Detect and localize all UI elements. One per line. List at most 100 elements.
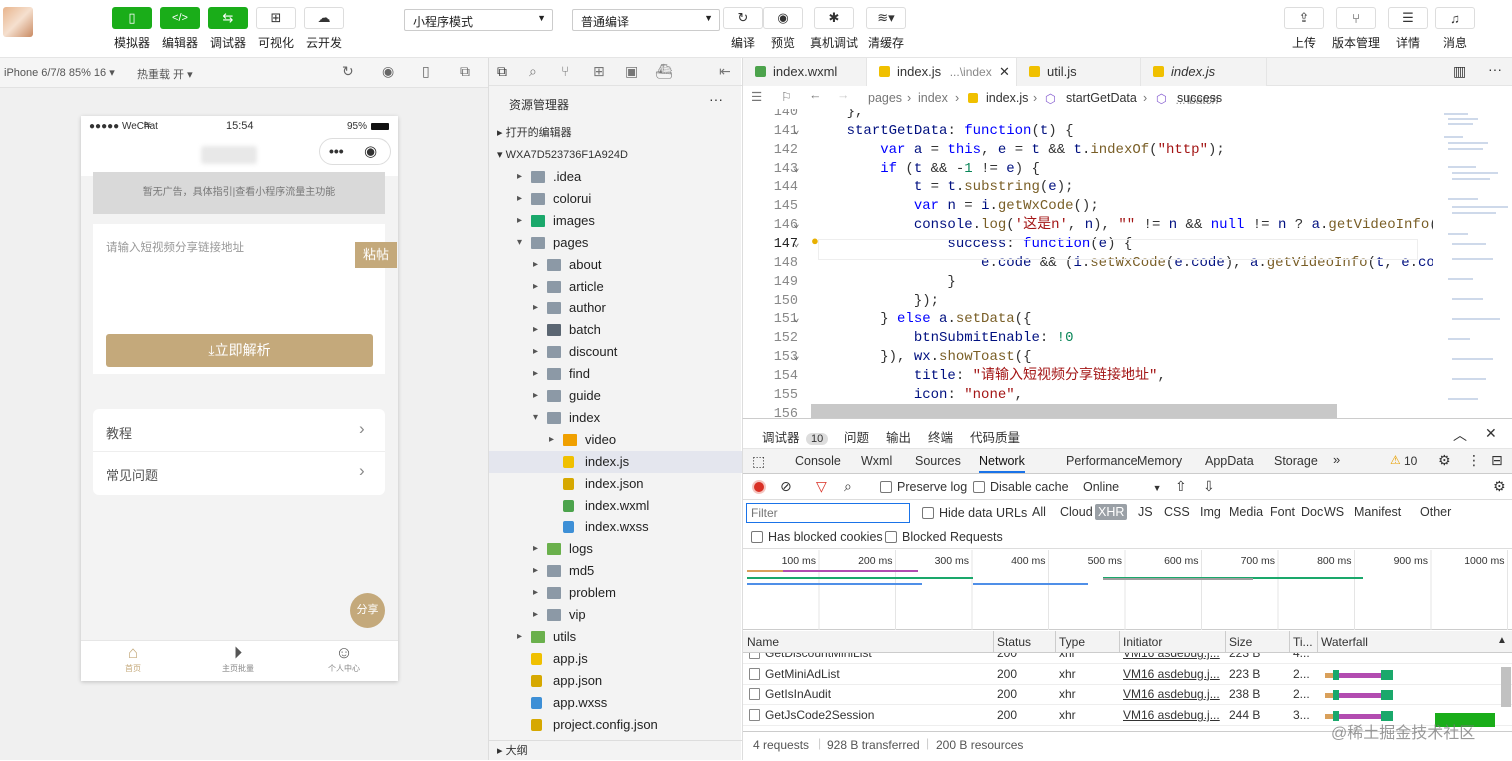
paste-button[interactable]: 粘帖: [355, 242, 397, 268]
open-editors-section[interactable]: ▸ 打开的编辑器: [489, 122, 742, 144]
type-filter-media[interactable]: Media: [1226, 504, 1266, 520]
tree-item[interactable]: ▸ article: [489, 276, 742, 298]
chevron-right-icon[interactable]: ▸: [533, 297, 538, 319]
ad-banner[interactable]: 暂无广告，具体指引|查看小程序流量主功能: [93, 172, 385, 214]
throttle-select[interactable]: Online ▼: [1083, 480, 1162, 494]
panel-tab-storage[interactable]: Storage: [1274, 454, 1318, 468]
chevron-right-icon[interactable]: ▸: [533, 385, 538, 407]
panel-icon[interactable]: ▣: [625, 63, 638, 80]
column-header[interactable]: Status: [997, 635, 1031, 649]
more-icon[interactable]: ···: [1488, 61, 1502, 77]
link-input[interactable]: 请输入短视频分享链接地址: [106, 239, 244, 255]
panel-tab-appdata[interactable]: AppData: [1205, 454, 1254, 468]
crumb-pages[interactable]: pages: [868, 91, 902, 105]
chevron-right-icon[interactable]: ▸: [517, 188, 522, 210]
import-har-icon[interactable]: ⇧: [1175, 478, 1187, 495]
compile-select[interactable]: 普通编译 ▼: [572, 9, 720, 31]
tab-output[interactable]: 输出: [886, 427, 911, 446]
code-area[interactable]: 140 }, 141 ⌄ startGetData: function(t) {14…: [743, 109, 1433, 418]
device-select[interactable]: iPhone 6/7/8 85% 16 ▾: [4, 66, 115, 79]
tree-item[interactable]: ▸ images: [489, 210, 742, 232]
outline-section[interactable]: ▸ 大纲: [489, 740, 742, 760]
fold-icon[interactable]: ⌄: [793, 311, 800, 325]
lightbulb-icon[interactable]: ●: [811, 233, 819, 248]
chevron-right-icon[interactable]: ▸: [533, 276, 538, 298]
type-filter-manifest[interactable]: Manifest: [1351, 504, 1404, 520]
tree-item[interactable]: index.json: [489, 473, 742, 495]
timeline-overview[interactable]: 100 ms 200 ms 300 ms 400 ms 500 ms 600 ms 700 …: [743, 550, 1512, 630]
search-icon[interactable]: ⌕: [529, 63, 537, 80]
blocked-requests-checkbox[interactable]: Blocked Requests: [885, 530, 1003, 544]
tree-item[interactable]: ▸ vip: [489, 604, 742, 626]
tab-terminal[interactable]: 终端: [928, 427, 953, 446]
column-header[interactable]: Waterfall: [1321, 635, 1368, 649]
tree-item[interactable]: app.js: [489, 648, 742, 670]
type-filter-xhr[interactable]: XHR: [1095, 504, 1128, 520]
forward-icon[interactable]: →: [837, 88, 850, 102]
table-row[interactable]: GetMiniAdList 200 xhr VM16 asdebug.j... 223 …: [743, 664, 1512, 685]
blocked-cookies-checkbox[interactable]: Has blocked cookies: [751, 530, 883, 544]
project-section[interactable]: ▾ WXA7D523736F1A924D: [489, 144, 742, 166]
tab-util-js[interactable]: util.js: [1017, 58, 1141, 86]
bookmark-icon[interactable]: ⚐: [781, 89, 792, 104]
fold-icon[interactable]: ⌄: [793, 236, 800, 250]
refresh-icon[interactable]: ↻: [342, 63, 354, 80]
collapse-icon[interactable]: ⇤: [719, 63, 731, 80]
panel-tab-performance[interactable]: Performance: [1066, 454, 1138, 468]
cell-initiator[interactable]: VM16 asdebug.j...: [1123, 705, 1223, 726]
more-tabs-icon[interactable]: »: [1333, 452, 1340, 467]
remote-debug-button[interactable]: ✱ 真机调试: [810, 7, 858, 51]
type-filter-all[interactable]: All: [1029, 504, 1049, 520]
chevron-right-icon[interactable]: ▸: [533, 604, 538, 626]
panel-tab-console[interactable]: Console: [795, 454, 841, 468]
column-header[interactable]: Ti...: [1293, 635, 1313, 649]
visual-button[interactable]: ⊞ 可视化: [252, 7, 300, 51]
panel-tab-sources[interactable]: Sources: [915, 454, 961, 468]
fold-icon[interactable]: ⌄: [793, 349, 800, 363]
tree-item[interactable]: app.wxss: [489, 692, 742, 714]
list-icon[interactable]: ☰: [751, 89, 762, 104]
tab-batch[interactable]: ⏵ 主页批量: [208, 643, 268, 674]
tree-item[interactable]: ▸ guide: [489, 385, 742, 407]
more-vertical-icon[interactable]: ⋮: [1467, 452, 1481, 469]
sort-up-icon[interactable]: ▲: [1497, 635, 1507, 646]
crumb-file[interactable]: index.js: [986, 91, 1028, 105]
type-filter-other[interactable]: Other: [1417, 504, 1454, 520]
column-header[interactable]: Name: [747, 635, 779, 649]
chevron-down-icon[interactable]: ▾: [517, 232, 522, 254]
type-filter-img[interactable]: Img: [1197, 504, 1224, 520]
tree-item[interactable]: ▸ problem: [489, 582, 742, 604]
chevron-right-icon[interactable]: ▸: [533, 254, 538, 276]
type-filter-js[interactable]: JS: [1135, 504, 1156, 520]
cell-initiator[interactable]: VM16 asdebug.j...: [1123, 684, 1223, 705]
export-har-icon[interactable]: ⇩: [1203, 478, 1215, 495]
docker-icon[interactable]: ⛴: [655, 63, 673, 80]
tab-batch-index-js[interactable]: index.js ...\batch: [1141, 58, 1267, 107]
clear-icon[interactable]: ⊘: [780, 478, 792, 495]
tree-item[interactable]: ▾ index: [489, 407, 742, 429]
warning-count[interactable]: 10: [1404, 454, 1417, 468]
table-row[interactable]: GetDiscountMiniList 200 xhr VM16 asdebug.j.…: [743, 653, 1512, 664]
chevron-right-icon[interactable]: ▸: [533, 341, 538, 363]
tab-profile[interactable]: ☺ 个人中心: [314, 643, 374, 674]
tab-index-js[interactable]: index.js ...\index ✕: [867, 58, 1017, 86]
extensions-icon[interactable]: ⊞: [593, 63, 605, 80]
share-button[interactable]: 分享: [350, 593, 385, 628]
cloud-button[interactable]: ☁ 云开发: [300, 7, 348, 51]
crumb-success[interactable]: success: [1177, 91, 1222, 105]
simulator-button[interactable]: ▯ 模拟器: [108, 7, 156, 51]
version-button[interactable]: ⑂ 版本管理: [1332, 7, 1380, 51]
more-icon[interactable]: ···: [709, 91, 723, 107]
chevron-right-icon[interactable]: ▸: [533, 582, 538, 604]
filter-icon[interactable]: ▽: [816, 478, 827, 495]
chevron-right-icon[interactable]: ▸: [533, 363, 538, 385]
chevron-down-icon[interactable]: ▾: [533, 407, 538, 429]
preserve-log-checkbox[interactable]: Preserve log: [880, 480, 967, 494]
tree-item[interactable]: project.config.json: [489, 714, 742, 736]
panel-tab-network[interactable]: Network: [979, 454, 1025, 473]
minimap[interactable]: [1438, 109, 1512, 418]
tab-debugger[interactable]: 调试器 10: [762, 427, 829, 446]
cell-initiator[interactable]: VM16 asdebug.j...: [1123, 664, 1223, 685]
menu-item-tutorial[interactable]: 教程 ›: [93, 409, 385, 452]
messages-button[interactable]: ♫ 消息: [1431, 7, 1479, 51]
